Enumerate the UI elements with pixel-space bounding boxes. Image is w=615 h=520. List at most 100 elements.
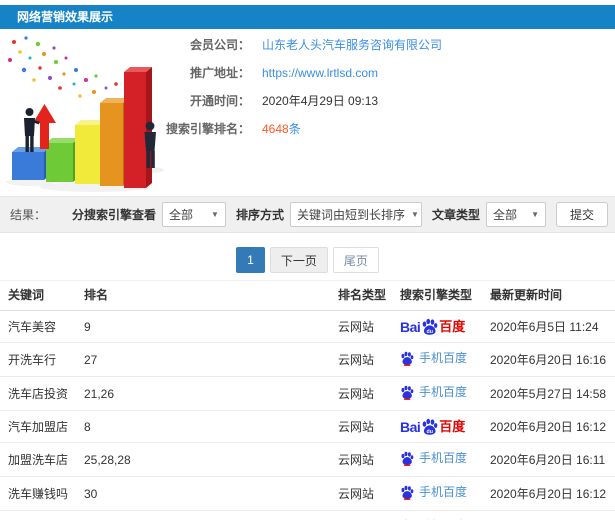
engine-rank-row: 搜索引擎排名： 4648条 xyxy=(150,120,442,137)
member-info-panel: 会员公司： 山东老人头汽车服务咨询有限公司 推广地址： https://www.… xyxy=(150,38,442,150)
engine-rank-value: 4648条 xyxy=(262,120,301,137)
keyword-cell: 洗车店投资 xyxy=(0,376,80,411)
open-time-row: 开通时间： 2020年4月29日 09:13 xyxy=(150,94,442,108)
page-title: 网络营销效果展示 xyxy=(17,10,114,24)
sort-select[interactable]: 关键词由短到长排序 ▼ xyxy=(289,202,422,227)
bar-green xyxy=(46,138,79,182)
baidu-logo-cn: 百度 xyxy=(439,319,466,334)
chevron-down-icon: ▼ xyxy=(211,210,219,219)
updated-cell: 2020年6月18日 14:27 xyxy=(486,510,615,520)
company-link[interactable]: 山东老人头汽车服务咨询有限公司 xyxy=(262,36,442,53)
keyword-cell: 开洗车行 xyxy=(0,342,80,377)
rank-link[interactable]: 25,28,28 xyxy=(80,442,334,477)
results-table: 关键词 排名 排名类型 搜索引擎类型 最新更新时间 汽车美容 9 云网站 Bai d… xyxy=(0,280,615,520)
article-type-selected: 全部 xyxy=(492,208,517,222)
rank-link[interactable]: 30 xyxy=(80,476,334,511)
page-current[interactable]: 1 xyxy=(236,247,265,273)
article-type-select[interactable]: 全部 ▼ xyxy=(485,202,546,227)
keyword-cell: 洗车赚钱吗 xyxy=(0,476,80,511)
rank-type-cell: 云网站 xyxy=(334,442,396,477)
engine-cell: 手机百度 xyxy=(396,510,486,520)
header-updated: 最新更新时间 xyxy=(486,280,615,311)
updated-cell: 2020年6月5日 11:24 xyxy=(486,310,615,343)
header-rank-type: 排名类型 xyxy=(334,280,396,311)
updated-cell: 2020年6月20日 16:16 xyxy=(486,342,615,377)
engine-cell: 手机百度 xyxy=(396,442,486,477)
svg-text:du: du xyxy=(427,429,433,435)
rank-type-cell: 云网站 xyxy=(334,510,396,520)
table-row: 洗车赚钱吗 30 云网站 手机百度 2020年6月20日 16:12 xyxy=(0,476,615,511)
baidu-logo-cn: 百度 xyxy=(439,419,466,434)
mobile-baidu-badge: 手机百度 xyxy=(400,450,467,466)
results-table-body: 汽车美容 9 云网站 Bai du 百度 2020年6月5日 11:24 开洗车行 27… xyxy=(0,310,615,520)
keyword-cell: 汽车美容 xyxy=(0,310,80,343)
rank-link[interactable]: 30 xyxy=(80,510,334,520)
page-title-bar: 网络营销效果展示 xyxy=(0,5,615,29)
rank-type-cell: 云网站 xyxy=(334,476,396,511)
filter-bar: 结果： 分搜索引擎查看 全部 ▼ 排序方式 关键词由短到长排序 ▼ 文章类型 全… xyxy=(0,196,615,233)
url-label: 推广地址： xyxy=(189,66,250,80)
sort-selected: 关键词由短到长排序 xyxy=(296,208,405,222)
baidu-logo: Bai du 百度 xyxy=(400,318,465,335)
page-last-button[interactable]: 尾页 xyxy=(332,247,379,273)
mobile-baidu-paw-icon xyxy=(400,384,414,400)
engine-view-select[interactable]: 全部 ▼ xyxy=(161,202,226,227)
table-row: 汽车加盟店 8 云网站 Bai du 百度 2020年6月20日 16:12 xyxy=(0,410,615,443)
rank-link[interactable]: 21,26 xyxy=(80,376,334,411)
article-type-label: 文章类型 xyxy=(431,208,480,222)
mobile-baidu-paw-icon xyxy=(400,450,414,466)
company-label: 会员公司： xyxy=(189,38,250,52)
rank-link[interactable]: 8 xyxy=(80,410,334,443)
rank-link[interactable]: 27 xyxy=(80,342,334,377)
submit-button[interactable]: 提交 xyxy=(555,202,608,227)
engine-cell: 手机百度 xyxy=(396,476,486,511)
updated-cell: 2020年5月27日 14:58 xyxy=(486,376,615,411)
open-time-label: 开通时间： xyxy=(189,94,250,108)
header-rank: 排名 xyxy=(80,280,334,311)
filter-controls: 分搜索引擎查看 全部 ▼ 排序方式 关键词由短到长排序 ▼ 文章类型 全部 ▼ … xyxy=(62,202,608,227)
baidu-logo: Bai du 百度 xyxy=(400,418,465,435)
baidu-logo-latin: Bai xyxy=(400,318,421,335)
rank-count: 4648 xyxy=(262,122,289,136)
updated-cell: 2020年6月20日 16:12 xyxy=(486,410,615,443)
mobile-baidu-paw-icon xyxy=(400,484,414,500)
header-keyword: 关键词 xyxy=(0,280,80,311)
mobile-baidu-badge: 手机百度 xyxy=(400,384,467,400)
businessman-left xyxy=(24,108,40,152)
baidu-logo-latin: Bai xyxy=(400,418,421,435)
pagination: 1 下一页 尾页 xyxy=(0,247,615,273)
mobile-baidu-badge: 手机百度 xyxy=(400,484,467,500)
promo-url-row: 推广地址： https://www.lrtlsd.com xyxy=(150,66,442,81)
table-row: 洗车店投资 21,26 云网站 手机百度 2020年5月27日 14:58 xyxy=(0,376,615,411)
mobile-baidu-label: 手机百度 xyxy=(419,385,468,399)
mobile-baidu-badge: 手机百度 xyxy=(400,350,467,366)
engine-cell: Bai du 百度 xyxy=(396,410,486,443)
sort-label: 排序方式 xyxy=(235,208,284,222)
table-row: 汽车美容 9 云网站 Bai du 百度 2020年6月5日 11:24 xyxy=(0,310,615,343)
table-row: 洗车店利润30云网站 手机百度 2020年6月18日 14:27 xyxy=(0,510,615,520)
updated-cell: 2020年6月20日 16:12 xyxy=(486,476,615,511)
engine-cell: 手机百度 xyxy=(396,342,486,377)
promo-url-link[interactable]: https://www.lrtlsd.com xyxy=(262,66,378,80)
rank-link[interactable]: 9 xyxy=(80,310,334,343)
chevron-down-icon: ▼ xyxy=(531,210,539,219)
page-next-button[interactable]: 下一页 xyxy=(269,247,328,273)
rank-type-cell: 云网站 xyxy=(334,310,396,343)
baidu-paw-icon: du xyxy=(421,418,438,435)
engine-rank-label: 搜索引擎排名： xyxy=(165,122,250,136)
baidu-paw-icon: du xyxy=(421,318,438,335)
mobile-baidu-label: 手机百度 xyxy=(419,451,468,465)
mobile-baidu-paw-icon xyxy=(400,350,414,366)
rank-unit: 条 xyxy=(288,122,301,136)
chevron-down-icon: ▼ xyxy=(410,210,419,219)
mobile-baidu-label: 手机百度 xyxy=(419,351,468,365)
svg-text:du: du xyxy=(427,329,433,335)
engine-cell: Bai du 百度 xyxy=(396,310,486,343)
engine-cell: 手机百度 xyxy=(396,376,486,411)
table-header-row: 关键词 排名 排名类型 搜索引擎类型 最新更新时间 xyxy=(0,280,615,311)
engine-view-label: 分搜索引擎查看 xyxy=(71,208,156,222)
keyword-cell: 加盟洗车店 xyxy=(0,442,80,477)
engine-view-selected: 全部 xyxy=(168,208,193,222)
open-time-value: 2020年4月29日 09:13 xyxy=(262,94,379,108)
rank-type-cell: 云网站 xyxy=(334,376,396,411)
